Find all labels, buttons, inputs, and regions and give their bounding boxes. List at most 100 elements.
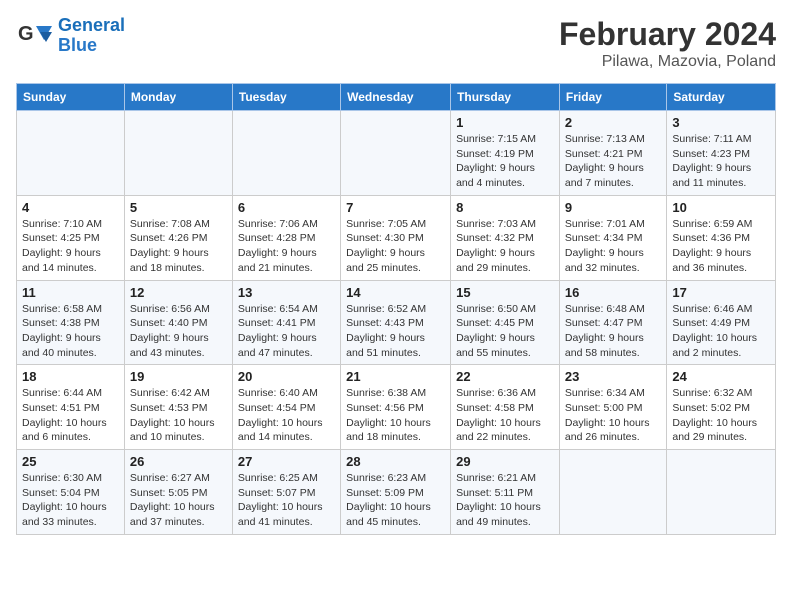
calendar-cell: [667, 450, 776, 535]
calendar-cell: [124, 111, 232, 196]
day-info: Sunrise: 6:50 AM Sunset: 4:45 PM Dayligh…: [456, 302, 554, 361]
logo-text: General Blue: [58, 16, 125, 56]
weekday-header-tuesday: Tuesday: [232, 84, 340, 111]
calendar-cell: 17 Sunrise: 6:46 AM Sunset: 4:49 PM Dayli…: [667, 280, 776, 365]
day-number: 26: [130, 454, 227, 469]
day-number: 9: [565, 200, 661, 215]
day-info: Sunrise: 7:11 AM Sunset: 4:23 PM Dayligh…: [672, 132, 770, 191]
svg-text:G: G: [18, 23, 34, 45]
day-number: 22: [456, 369, 554, 384]
calendar-cell: [17, 111, 125, 196]
day-number: 23: [565, 369, 661, 384]
day-info: Sunrise: 6:42 AM Sunset: 4:53 PM Dayligh…: [130, 386, 227, 445]
day-info: Sunrise: 7:08 AM Sunset: 4:26 PM Dayligh…: [130, 217, 227, 276]
calendar-cell: 8Sunrise: 7:03 AM Sunset: 4:32 PM Daylig…: [451, 195, 560, 280]
day-number: 17: [672, 285, 770, 300]
calendar-cell: 6 Sunrise: 7:06 AM Sunset: 4:28 PM Daylig…: [232, 195, 340, 280]
calendar-cell: 20 Sunrise: 6:40 AM Sunset: 4:54 PM Dayli…: [232, 365, 340, 450]
day-info: Sunrise: 6:59 AM Sunset: 4:36 PM Dayligh…: [672, 217, 770, 276]
calendar-cell: 22 Sunrise: 6:36 AM Sunset: 4:58 PM Dayli…: [451, 365, 560, 450]
day-number: 19: [130, 369, 227, 384]
calendar-cell: 23 Sunrise: 6:34 AM Sunset: 5:00 PM Dayli…: [559, 365, 666, 450]
day-info: Sunrise: 7:10 AM Sunset: 4:25 PM Dayligh…: [22, 217, 119, 276]
calendar-cell: 13Sunrise: 6:54 AM Sunset: 4:41 PM Dayli…: [232, 280, 340, 365]
calendar-table: SundayMondayTuesdayWednesdayThursdayFrid…: [16, 83, 776, 535]
day-number: 25: [22, 454, 119, 469]
day-info: Sunrise: 7:03 AM Sunset: 4:32 PM Dayligh…: [456, 217, 554, 276]
day-info: Sunrise: 6:32 AM Sunset: 5:02 PM Dayligh…: [672, 386, 770, 445]
weekday-header-monday: Monday: [124, 84, 232, 111]
day-number: 15: [456, 285, 554, 300]
day-info: Sunrise: 6:44 AM Sunset: 4:51 PM Dayligh…: [22, 386, 119, 445]
calendar-cell: 12Sunrise: 6:56 AM Sunset: 4:40 PM Dayli…: [124, 280, 232, 365]
day-info: Sunrise: 6:36 AM Sunset: 4:58 PM Dayligh…: [456, 386, 554, 445]
calendar-week-3: 11Sunrise: 6:58 AM Sunset: 4:38 PM Dayli…: [17, 280, 776, 365]
calendar-cell: [341, 111, 451, 196]
title-block: February 2024 Pilawa, Mazovia, Poland: [559, 16, 776, 71]
day-number: 6: [238, 200, 335, 215]
day-info: Sunrise: 7:13 AM Sunset: 4:21 PM Dayligh…: [565, 132, 661, 191]
calendar-cell: 27 Sunrise: 6:25 AM Sunset: 5:07 PM Dayli…: [232, 450, 340, 535]
calendar-cell: 5 Sunrise: 7:08 AM Sunset: 4:26 PM Daylig…: [124, 195, 232, 280]
day-number: 18: [22, 369, 119, 384]
day-number: 24: [672, 369, 770, 384]
logo-line1: General: [58, 15, 125, 35]
day-number: 12: [130, 285, 227, 300]
calendar-cell: 7 Sunrise: 7:05 AM Sunset: 4:30 PM Daylig…: [341, 195, 451, 280]
calendar-cell: 26 Sunrise: 6:27 AM Sunset: 5:05 PM Dayli…: [124, 450, 232, 535]
day-info: Sunrise: 6:27 AM Sunset: 5:05 PM Dayligh…: [130, 471, 227, 530]
calendar-cell: 1 Sunrise: 7:15 AM Sunset: 4:19 PM Daylig…: [451, 111, 560, 196]
day-number: 1: [456, 115, 554, 130]
day-info: Sunrise: 7:05 AM Sunset: 4:30 PM Dayligh…: [346, 217, 445, 276]
day-number: 21: [346, 369, 445, 384]
calendar-cell: 24 Sunrise: 6:32 AM Sunset: 5:02 PM Dayli…: [667, 365, 776, 450]
calendar-cell: 29Sunrise: 6:21 AM Sunset: 5:11 PM Dayli…: [451, 450, 560, 535]
day-info: Sunrise: 7:01 AM Sunset: 4:34 PM Dayligh…: [565, 217, 661, 276]
day-number: 13: [238, 285, 335, 300]
calendar-cell: 28 Sunrise: 6:23 AM Sunset: 5:09 PM Dayli…: [341, 450, 451, 535]
day-info: Sunrise: 6:23 AM Sunset: 5:09 PM Dayligh…: [346, 471, 445, 530]
calendar-cell: 21Sunrise: 6:38 AM Sunset: 4:56 PM Dayli…: [341, 365, 451, 450]
calendar-cell: 11Sunrise: 6:58 AM Sunset: 4:38 PM Dayli…: [17, 280, 125, 365]
day-number: 5: [130, 200, 227, 215]
calendar-cell: 14 Sunrise: 6:52 AM Sunset: 4:43 PM Dayli…: [341, 280, 451, 365]
calendar-week-2: 4 Sunrise: 7:10 AM Sunset: 4:25 PM Daylig…: [17, 195, 776, 280]
day-info: Sunrise: 6:52 AM Sunset: 4:43 PM Dayligh…: [346, 302, 445, 361]
day-number: 2: [565, 115, 661, 130]
calendar-body: 1 Sunrise: 7:15 AM Sunset: 4:19 PM Daylig…: [17, 111, 776, 535]
calendar-title: February 2024: [559, 16, 776, 53]
logo-icon: G: [16, 18, 52, 54]
day-number: 4: [22, 200, 119, 215]
calendar-week-5: 25 Sunrise: 6:30 AM Sunset: 5:04 PM Dayli…: [17, 450, 776, 535]
day-number: 11: [22, 285, 119, 300]
calendar-cell: 18 Sunrise: 6:44 AM Sunset: 4:51 PM Dayli…: [17, 365, 125, 450]
calendar-cell: 15 Sunrise: 6:50 AM Sunset: 4:45 PM Dayli…: [451, 280, 560, 365]
calendar-cell: 9 Sunrise: 7:01 AM Sunset: 4:34 PM Daylig…: [559, 195, 666, 280]
calendar-cell: 19 Sunrise: 6:42 AM Sunset: 4:53 PM Dayli…: [124, 365, 232, 450]
day-number: 28: [346, 454, 445, 469]
day-number: 29: [456, 454, 554, 469]
day-info: Sunrise: 7:06 AM Sunset: 4:28 PM Dayligh…: [238, 217, 335, 276]
logo-line2: Blue: [58, 35, 97, 55]
day-info: Sunrise: 6:40 AM Sunset: 4:54 PM Dayligh…: [238, 386, 335, 445]
weekday-header-wednesday: Wednesday: [341, 84, 451, 111]
calendar-week-4: 18 Sunrise: 6:44 AM Sunset: 4:51 PM Dayli…: [17, 365, 776, 450]
day-info: Sunrise: 7:15 AM Sunset: 4:19 PM Dayligh…: [456, 132, 554, 191]
day-info: Sunrise: 6:34 AM Sunset: 5:00 PM Dayligh…: [565, 386, 661, 445]
day-info: Sunrise: 6:48 AM Sunset: 4:47 PM Dayligh…: [565, 302, 661, 361]
calendar-cell: 4 Sunrise: 7:10 AM Sunset: 4:25 PM Daylig…: [17, 195, 125, 280]
weekday-header-saturday: Saturday: [667, 84, 776, 111]
day-number: 14: [346, 285, 445, 300]
day-number: 16: [565, 285, 661, 300]
day-number: 7: [346, 200, 445, 215]
calendar-cell: [559, 450, 666, 535]
calendar-week-1: 1 Sunrise: 7:15 AM Sunset: 4:19 PM Daylig…: [17, 111, 776, 196]
calendar-cell: 2 Sunrise: 7:13 AM Sunset: 4:21 PM Daylig…: [559, 111, 666, 196]
header: G General Blue February 2024 Pilawa, Maz…: [16, 16, 776, 71]
day-info: Sunrise: 6:30 AM Sunset: 5:04 PM Dayligh…: [22, 471, 119, 530]
day-number: 27: [238, 454, 335, 469]
day-info: Sunrise: 6:46 AM Sunset: 4:49 PM Dayligh…: [672, 302, 770, 361]
day-number: 20: [238, 369, 335, 384]
day-info: Sunrise: 6:25 AM Sunset: 5:07 PM Dayligh…: [238, 471, 335, 530]
calendar-cell: 16 Sunrise: 6:48 AM Sunset: 4:47 PM Dayli…: [559, 280, 666, 365]
